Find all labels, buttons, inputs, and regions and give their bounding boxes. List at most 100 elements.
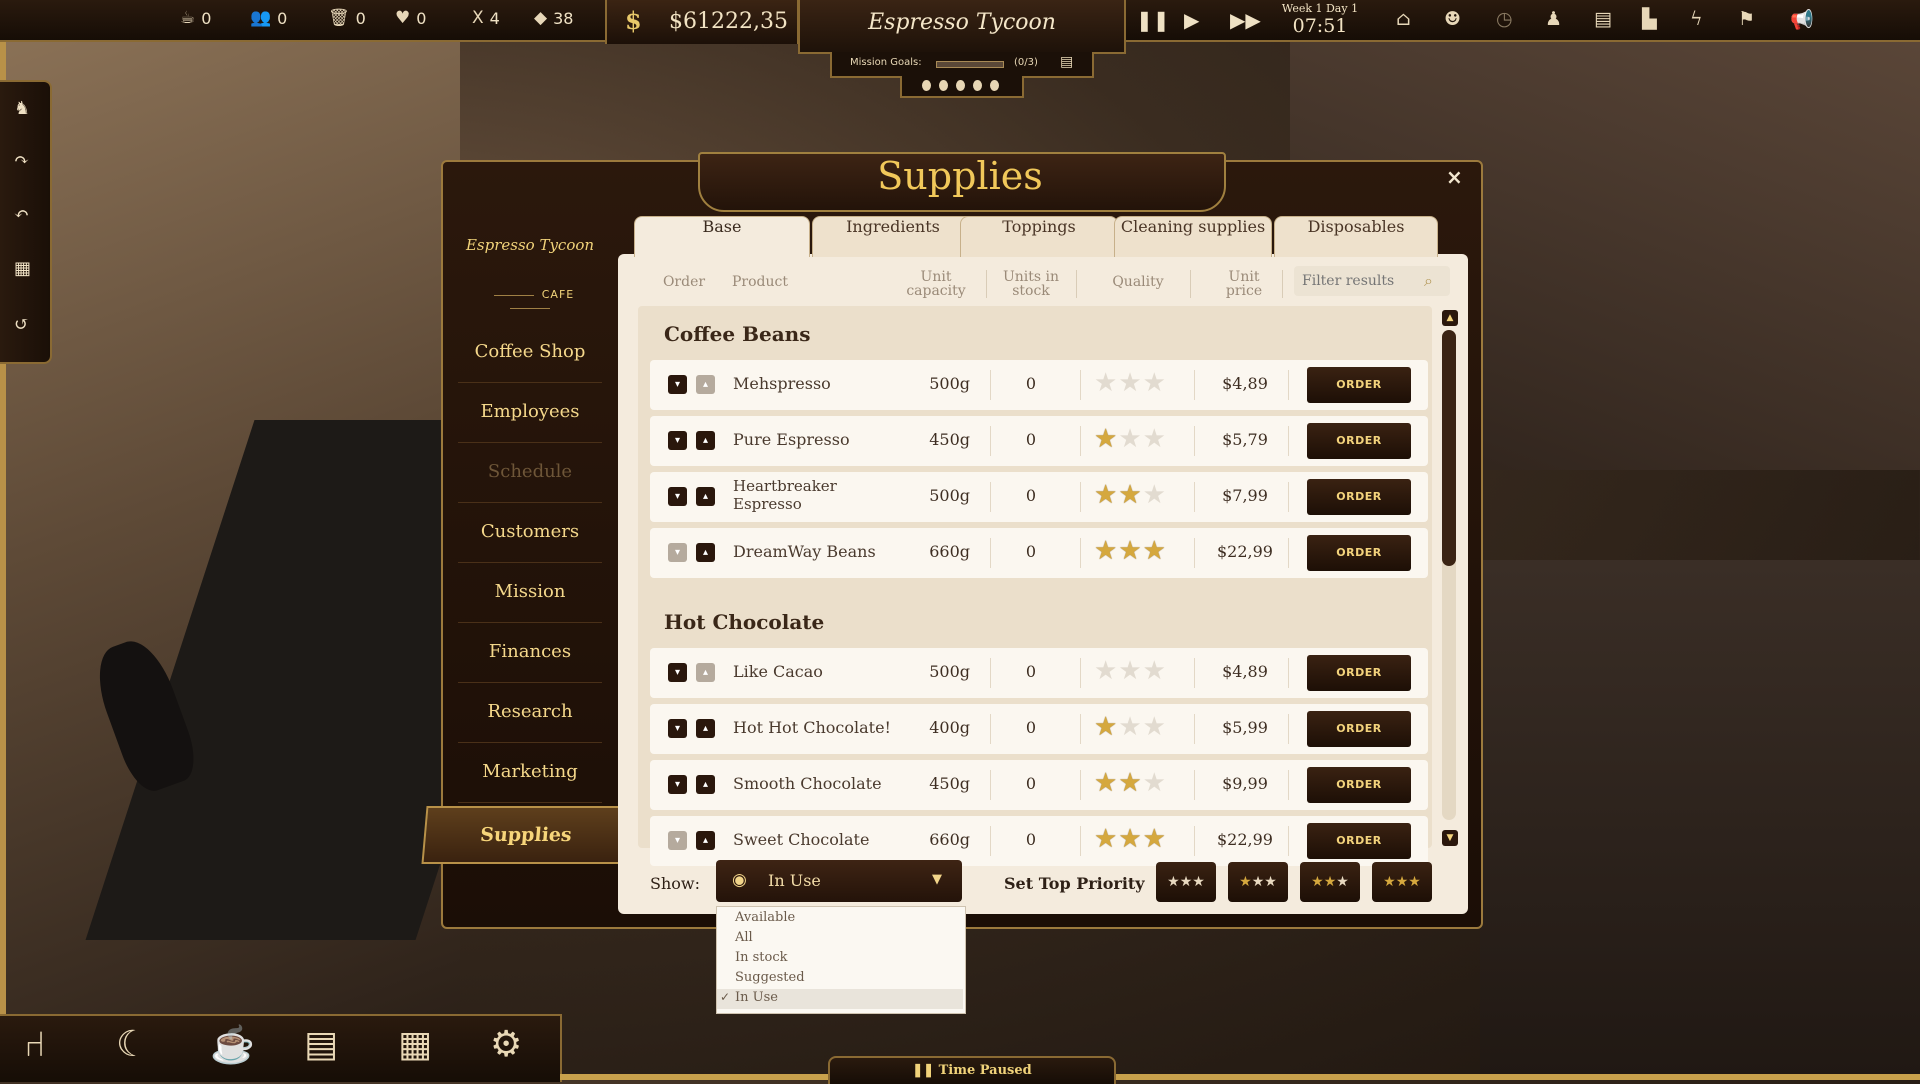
units-in-stock: 0: [1025, 774, 1037, 793]
priority-up-button: ▴: [696, 663, 715, 682]
unit-capacity: 450g: [929, 774, 970, 793]
search-icon[interactable]: ⌕: [1424, 271, 1433, 291]
close-button[interactable]: ×: [1446, 165, 1463, 189]
order-button[interactable]: ORDER: [1307, 423, 1411, 459]
priority-down-button[interactable]: ▾: [668, 719, 687, 738]
priority-up-button[interactable]: ▴: [696, 487, 715, 506]
play-icon[interactable]: ▶: [1184, 8, 1199, 32]
home-icon[interactable]: ⌂: [1396, 8, 1411, 30]
tab-toppings[interactable]: Toppings: [960, 216, 1118, 257]
scrollbar-thumb[interactable]: [1442, 330, 1456, 566]
layout-icon[interactable]: ▦: [398, 1024, 432, 1065]
order-button[interactable]: ORDER: [1307, 823, 1411, 859]
sidebar-item-mission[interactable]: Mission: [458, 562, 602, 623]
dropdown-option-in-use[interactable]: In Use: [735, 990, 778, 1005]
sidebar-item-research[interactable]: Research: [458, 682, 602, 743]
tab-cleaning-supplies[interactable]: Cleaning supplies: [1114, 216, 1272, 257]
priority-button-4[interactable]: ★★★: [1372, 862, 1432, 902]
priority-button-3[interactable]: ★★★: [1300, 862, 1360, 902]
mission-dots: [900, 76, 1024, 98]
sidebar-item-marketing[interactable]: Marketing: [458, 742, 602, 803]
sidebar-item-employees[interactable]: Employees: [458, 382, 602, 443]
sidebar-item-coffee-shop[interactable]: Coffee Shop: [458, 322, 602, 383]
unit-capacity: 500g: [929, 374, 970, 393]
priority-down-button[interactable]: ▾: [668, 663, 687, 682]
column-separator: [1190, 270, 1191, 298]
priority-button-2[interactable]: ★★★: [1228, 862, 1288, 902]
stat-value: 0: [201, 8, 212, 28]
mission-dot: [956, 80, 965, 91]
money-amount: $61222,35: [669, 9, 788, 34]
priority-down-button[interactable]: ▾: [668, 775, 687, 794]
tab-base[interactable]: Base: [634, 216, 810, 257]
clipboard-icon[interactable]: ▤: [1060, 54, 1073, 70]
staff-icon[interactable]: ☻: [1444, 8, 1461, 30]
priority-up-button[interactable]: ▴: [696, 775, 715, 794]
fast-forward-icon[interactable]: ▶▶: [1230, 8, 1261, 32]
row-separator: [1080, 482, 1081, 512]
star-icon: ★: [1118, 768, 1143, 798]
column-header-unit-capacity[interactable]: Unit capacity: [896, 270, 976, 298]
clipboard-list-icon[interactable]: ▤: [1594, 8, 1612, 30]
dropdown-option-all[interactable]: All: [735, 930, 753, 945]
coffee-add-icon[interactable]: ☕: [210, 1024, 255, 1066]
order-button[interactable]: ORDER: [1307, 767, 1411, 803]
dropdown-option-in-stock[interactable]: In stock: [735, 950, 788, 965]
settings-gear-icon[interactable]: ⚙: [490, 1024, 522, 1065]
unit-price: $22,99: [1217, 542, 1273, 561]
row-separator: [1288, 658, 1289, 688]
star-icon: ★: [1094, 712, 1119, 742]
menu-board-icon[interactable]: ▤: [304, 1024, 338, 1065]
sidebar-item-customers[interactable]: Customers: [458, 502, 602, 563]
row-separator: [1194, 826, 1195, 856]
podium-icon[interactable]: ▙: [1642, 8, 1657, 30]
pause-icon[interactable]: ❚❚: [1136, 8, 1170, 32]
order-button[interactable]: ORDER: [1307, 367, 1411, 403]
megaphone-icon[interactable]: 📢: [1790, 8, 1814, 31]
lightning-icon[interactable]: ϟ: [1690, 8, 1703, 30]
sidebar-item-finances[interactable]: Finances: [458, 622, 602, 683]
money-display: $ $61222,35: [605, 0, 799, 44]
order-button[interactable]: ORDER: [1307, 479, 1411, 515]
unit-price: $5,79: [1222, 430, 1268, 449]
flags-icon[interactable]: ⚑: [1738, 8, 1755, 30]
horse-icon[interactable]: ♞: [14, 98, 30, 119]
column-header-quality[interactable]: Quality: [1098, 275, 1178, 289]
rotate-right-icon[interactable]: ↷: [14, 150, 29, 171]
quality-stars: ★★★: [1094, 424, 1167, 454]
multiplier-icon: X: [472, 8, 484, 28]
priority-up-button[interactable]: ▴: [696, 831, 715, 850]
column-header-unit-price[interactable]: Unit price: [1212, 270, 1276, 298]
dropdown-option-suggested[interactable]: Suggested: [735, 970, 805, 985]
priority-down-button[interactable]: ▾: [668, 375, 687, 394]
unit-capacity: 500g: [929, 662, 970, 681]
chair-icon[interactable]: ⑁: [24, 1024, 46, 1065]
column-separator: [986, 270, 987, 298]
scroll-down-button[interactable]: ▼: [1442, 830, 1458, 846]
order-button[interactable]: ORDER: [1307, 655, 1411, 691]
row-separator: [1288, 426, 1289, 456]
undo-icon[interactable]: ↺: [14, 314, 29, 335]
show-filter-select[interactable]: ◉ In Use ▼: [716, 860, 962, 902]
priority-down-button[interactable]: ▾: [668, 431, 687, 450]
priority-up-button[interactable]: ▴: [696, 431, 715, 450]
sidebar-item-supplies[interactable]: Supplies: [421, 806, 631, 864]
croissant-icon[interactable]: ☾: [116, 1024, 148, 1065]
mission-goals[interactable]: Mission Goals: (0/3) ▤: [830, 52, 1094, 78]
clock-icon[interactable]: ◷: [1496, 8, 1513, 30]
dropdown-option-available[interactable]: Available: [735, 910, 795, 925]
person-icon[interactable]: ♟: [1545, 8, 1562, 30]
row-separator: [1080, 538, 1081, 568]
priority-down-button[interactable]: ▾: [668, 487, 687, 506]
building-icon[interactable]: ▦: [14, 258, 31, 279]
column-header-units-in-stock[interactable]: Units in stock: [996, 270, 1066, 298]
order-button[interactable]: ORDER: [1307, 711, 1411, 747]
scroll-up-button[interactable]: ▲: [1442, 310, 1458, 326]
order-button[interactable]: ORDER: [1307, 535, 1411, 571]
rotate-left-icon[interactable]: ↶: [14, 204, 29, 225]
priority-up-button[interactable]: ▴: [696, 543, 715, 562]
priority-button-1[interactable]: ★★★: [1156, 862, 1216, 902]
tab-ingredients[interactable]: Ingredients: [812, 216, 974, 257]
tab-disposables[interactable]: Disposables: [1274, 216, 1438, 257]
priority-up-button[interactable]: ▴: [696, 719, 715, 738]
